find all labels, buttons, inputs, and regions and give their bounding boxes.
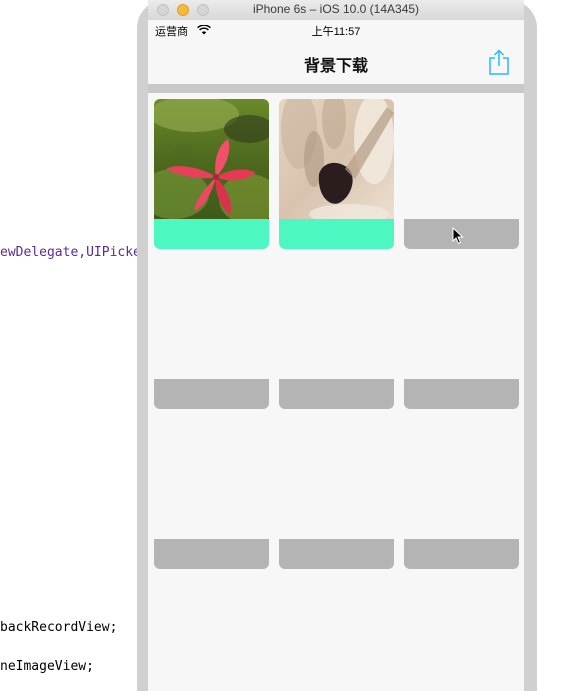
status-time: 上午11:57: [311, 26, 361, 38]
status-bar: 运营商 上午11:57: [148, 20, 524, 40]
image-cell[interactable]: [404, 259, 519, 409]
nav-separator: [148, 85, 524, 93]
download-status-bar: [154, 219, 269, 249]
simulator-titlebar: iPhone 6s – iOS 10.0 (14A345): [148, 0, 524, 21]
image-cell[interactable]: [279, 419, 394, 569]
image-cell[interactable]: [154, 99, 269, 249]
image-cell[interactable]: [279, 99, 394, 249]
download-status-bar: [404, 219, 519, 249]
simulator-title: iPhone 6s – iOS 10.0 (14A345): [252, 2, 420, 16]
phone-screen: 运营商 上午11:57 背景下载: [148, 20, 524, 691]
navigation-bar: 背景下载: [148, 40, 524, 85]
image-cell[interactable]: [404, 99, 519, 249]
page-title: 背景下载: [303, 58, 368, 75]
brush-thumbnail: [279, 99, 394, 219]
download-status-bar: [404, 539, 519, 569]
image-cell[interactable]: [154, 259, 269, 409]
share-icon[interactable]: [488, 49, 510, 75]
download-status-bar: [279, 219, 394, 249]
download-status-bar: [404, 379, 519, 409]
download-status-bar: [279, 379, 394, 409]
image-cell[interactable]: [404, 419, 519, 569]
code-line: ewDelegate,UIPicker: [0, 245, 149, 260]
flower-thumbnail: [154, 99, 269, 219]
image-cell[interactable]: [154, 419, 269, 569]
code-line: backRecordView;: [0, 620, 118, 635]
download-status-bar: [154, 379, 269, 409]
image-cell[interactable]: [279, 259, 394, 409]
download-status-bar: [154, 539, 269, 569]
download-status-bar: [279, 539, 394, 569]
code-line: neImageView;: [0, 659, 94, 674]
